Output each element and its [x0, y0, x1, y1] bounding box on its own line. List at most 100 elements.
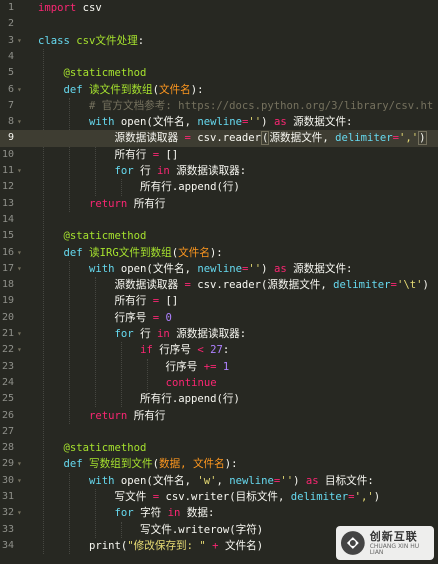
fold-arrow-icon[interactable]: ▾	[17, 261, 22, 277]
code-token: def	[63, 458, 83, 471]
line-number: 22	[1, 344, 14, 356]
code-line[interactable]: 6 ▾ def 读文件到数组(文件名):	[0, 82, 438, 98]
code-token: delimiter	[290, 491, 349, 503]
code-line[interactable]: 11 ▾ for 行 in 源数据读取器:	[0, 163, 438, 179]
code-line[interactable]: 27	[0, 424, 438, 440]
code-line[interactable]: 2	[0, 16, 438, 32]
code-token: as	[305, 474, 319, 487]
code-token: delimiter	[335, 132, 393, 145]
code-line[interactable]: 17 ▾ with open(文件名, newline='') as 源数据文件:	[0, 261, 438, 277]
watermark-logo: 创新互联 CHUANG XIN HU LIAN	[336, 526, 434, 560]
code-token: ','	[354, 491, 374, 503]
code-line[interactable]: 29 ▾ def 写数组到文件(数据, 文件名):	[0, 456, 438, 472]
code-text: class csv文件处理:	[38, 33, 144, 49]
code-line[interactable]: 16 ▾ def 读IRG文件到数组(文件名):	[0, 245, 438, 261]
code-line[interactable]: 21 ▾ for 行 in 源数据读取器:	[0, 326, 438, 342]
code-text: if 行序号 < 27:	[38, 342, 229, 358]
code-token: '\t'	[396, 279, 423, 292]
fold-arrow-icon[interactable]: ▾	[17, 163, 22, 179]
code-token: 数据:	[180, 507, 215, 520]
fold-arrow-icon[interactable]: ▾	[17, 114, 22, 130]
fold-arrow-icon[interactable]: ▾	[17, 326, 22, 342]
code-text: 写文件.writerow(字符)	[38, 522, 263, 538]
code-line[interactable]: 31 写文件 = csv.writer(目标文件, delimiter=',')	[0, 489, 438, 505]
code-line[interactable]: 18 源数据读取器 = csv.reader(源数据文件, delimiter=…	[0, 277, 438, 293]
code-token: ,	[216, 474, 230, 487]
code-token: newline	[197, 262, 243, 275]
line-number: 19	[1, 295, 14, 307]
code-line[interactable]: 20 行序号 = 0	[0, 310, 438, 326]
code-token: 所有行.append(行)	[38, 181, 240, 194]
code-line[interactable]: 7 # 官方文档参考: https://docs.python.org/3/li…	[0, 98, 438, 114]
code-line[interactable]: 24 continue	[0, 375, 438, 391]
code-token: ''	[248, 262, 262, 275]
code-token: ''	[248, 116, 262, 129]
code-text: 所有行.append(行)	[38, 391, 240, 407]
code-line[interactable]: 12 所有行.append(行)	[0, 179, 438, 195]
code-line[interactable]: 22 ▾ if 行序号 < 27:	[0, 342, 438, 358]
code-token: @staticmethod	[63, 230, 147, 243]
code-line[interactable]: 30 ▾ with open(文件名, 'w', newline='') as 目…	[0, 473, 438, 489]
code-token: 27	[210, 344, 223, 357]
fold-arrow-icon[interactable]: ▾	[17, 456, 22, 472]
line-number: 17	[1, 262, 14, 274]
code-line[interactable]: 4	[0, 49, 438, 65]
code-line[interactable]: 23 行序号 += 1	[0, 359, 438, 375]
code-line[interactable]: 5 @staticmethod	[0, 65, 438, 81]
code-text: @staticmethod	[38, 65, 147, 81]
code-text: 所有行 = []	[38, 147, 179, 163]
code-line[interactable]: 8 ▾ with open(文件名, newline='') as 源数据文件:	[0, 114, 438, 130]
code-token: as	[273, 116, 287, 129]
code-token: 行	[133, 328, 158, 340]
code-line[interactable]: 9 源数据读取器 = csv.reader(源数据文件, delimiter='…	[0, 130, 438, 147]
line-number: 5	[7, 67, 14, 79]
fold-arrow-icon[interactable]: ▾	[17, 82, 22, 98]
fold-arrow-icon[interactable]: ▾	[17, 33, 22, 49]
code-token: 行序号	[38, 360, 204, 373]
code-text: 行序号 += 1	[38, 359, 230, 375]
code-token: )	[418, 131, 427, 146]
fold-arrow-icon[interactable]: ▾	[17, 505, 22, 521]
code-token: csv文件处理	[76, 34, 138, 47]
code-line[interactable]: 19 所有行 = []	[0, 293, 438, 309]
code-token: 写数组到文件	[89, 458, 153, 471]
code-line[interactable]: 13 return 所有行	[0, 196, 438, 212]
code-line[interactable]: 28 @staticmethod	[0, 440, 438, 456]
code-token: 所有行	[38, 295, 153, 308]
code-token: with	[89, 116, 115, 129]
line-number: 7	[7, 99, 14, 111]
code-line[interactable]: 1 import csv	[0, 0, 438, 16]
code-token: open(文件名,	[114, 116, 198, 129]
code-token: :	[137, 34, 145, 47]
code-token: for	[114, 328, 134, 340]
line-number: 31	[1, 491, 14, 502]
code-line[interactable]: 10 所有行 = []	[0, 147, 438, 163]
code-token: in	[167, 507, 181, 520]
fold-arrow-icon[interactable]: ▾	[17, 245, 22, 261]
fold-arrow-icon[interactable]: ▾	[17, 342, 22, 358]
code-text: with open(文件名, newline='') as 源数据文件:	[38, 261, 352, 277]
code-line[interactable]: 26 return 所有行	[0, 408, 438, 424]
code-token: delimiter	[333, 279, 391, 292]
code-line[interactable]: 15 @staticmethod	[0, 228, 438, 244]
line-number: 20	[1, 311, 14, 323]
code-line[interactable]: 25 所有行.append(行)	[0, 391, 438, 407]
fold-arrow-icon[interactable]: ▾	[17, 473, 22, 489]
code-token: 源数据文件:	[286, 262, 353, 275]
code-token: 所有行.append(行)	[38, 393, 240, 406]
line-number: 9	[7, 132, 14, 144]
code-token: 文件名)	[218, 539, 264, 552]
code-token: csv.writer(目标文件,	[159, 491, 291, 503]
code-line[interactable]: 3 ▾ class csv文件处理:	[0, 33, 438, 49]
code-line[interactable]: 14	[0, 212, 438, 228]
code-line[interactable]: 32 ▾ for 字符 in 数据:	[0, 505, 438, 521]
code-text: for 行 in 源数据读取器:	[38, 326, 247, 342]
code-token: import	[38, 2, 77, 14]
code-editor[interactable]: 1 import csv 2 3 ▾ class csv文件处理: 4 5 @staticme…	[0, 0, 438, 564]
